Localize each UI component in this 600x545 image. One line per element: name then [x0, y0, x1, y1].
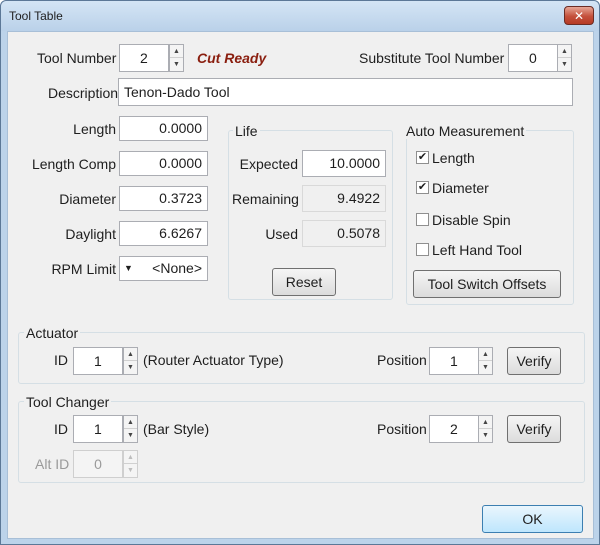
- actuator-id-label: ID: [54, 352, 68, 368]
- daylight-input[interactable]: 6.6267: [119, 221, 208, 246]
- disable-spin-checkbox[interactable]: [416, 213, 429, 226]
- tool-switch-offsets-button[interactable]: Tool Switch Offsets: [413, 270, 561, 298]
- window-title: Tool Table: [9, 9, 63, 23]
- diameter-input[interactable]: 0.3723: [119, 186, 208, 211]
- tool-changer-position-label: Position: [377, 421, 427, 437]
- rpm-limit-dropdown[interactable]: ▼ <None>: [119, 256, 208, 281]
- tool-changer-id-spinner[interactable]: ▲ ▼: [123, 415, 138, 443]
- actuator-position-input[interactable]: 1: [429, 347, 479, 375]
- tool-changer-id-label: ID: [54, 421, 68, 437]
- spin-down-icon[interactable]: ▼: [170, 58, 183, 71]
- close-icon: ✕: [573, 8, 585, 23]
- left-hand-tool-checkbox[interactable]: [416, 243, 429, 256]
- spin-up-icon[interactable]: ▲: [170, 45, 183, 58]
- used-value: 0.5078: [302, 220, 386, 247]
- ok-button[interactable]: OK: [482, 505, 583, 533]
- description-label: Description: [48, 85, 119, 101]
- reset-button[interactable]: Reset: [272, 268, 336, 296]
- spin-up-icon[interactable]: ▲: [479, 416, 492, 429]
- length-comp-input[interactable]: 0.0000: [119, 151, 208, 176]
- alt-id-label: Alt ID: [35, 456, 70, 472]
- spin-up-icon[interactable]: ▲: [479, 348, 492, 361]
- tool-number-input[interactable]: 2: [119, 44, 169, 72]
- remaining-label: Remaining: [232, 191, 299, 207]
- spin-down-icon[interactable]: ▼: [124, 429, 137, 442]
- remaining-value: 9.4922: [302, 185, 386, 212]
- spin-down-icon[interactable]: ▼: [558, 58, 571, 71]
- auto-measurement-title: Auto Measurement: [404, 123, 527, 139]
- tool-changer-position-spinner[interactable]: ▲ ▼: [478, 415, 493, 443]
- actuator-title: Actuator: [24, 325, 81, 341]
- expected-label: Expected: [239, 156, 298, 172]
- expected-input[interactable]: 10.0000: [302, 150, 386, 177]
- life-title: Life: [233, 123, 260, 139]
- diameter-checkbox-label[interactable]: Diameter: [432, 180, 489, 196]
- actuator-id-spinner[interactable]: ▲ ▼: [123, 347, 138, 375]
- tool-number-spinner[interactable]: ▲ ▼: [169, 44, 184, 72]
- spin-up-icon[interactable]: ▲: [558, 45, 571, 58]
- diameter-label: Diameter: [59, 191, 116, 207]
- tool-number-label: Tool Number: [37, 50, 117, 66]
- dropdown-arrow-icon: ▼: [124, 263, 133, 273]
- actuator-position-spinner[interactable]: ▲ ▼: [478, 347, 493, 375]
- tool-changer-position-input[interactable]: 2: [429, 415, 479, 443]
- substitute-tool-spinner[interactable]: ▲ ▼: [557, 44, 572, 72]
- alt-id-input: 0: [73, 450, 123, 478]
- diameter-checkbox[interactable]: ✔: [416, 181, 429, 194]
- spin-up-icon: ▲: [124, 451, 137, 464]
- tool-changer-style-text: (Bar Style): [143, 421, 210, 437]
- tool-changer-verify-button[interactable]: Verify: [507, 415, 561, 443]
- close-button[interactable]: ✕: [564, 6, 594, 25]
- actuator-verify-button[interactable]: Verify: [507, 347, 561, 375]
- spin-down-icon: ▼: [127, 467, 134, 474]
- description-input[interactable]: Tenon-Dado Tool: [118, 78, 573, 106]
- spin-up-icon[interactable]: ▲: [124, 348, 137, 361]
- spin-up-icon[interactable]: ▲: [124, 416, 137, 429]
- check-icon: ✔: [417, 151, 428, 163]
- dialog-body: Tool Number 2 ▲ ▼ Cut Ready Substitute T…: [7, 31, 594, 539]
- actuator-id-input[interactable]: 1: [73, 347, 123, 375]
- length-label: Length: [73, 121, 116, 137]
- length-checkbox[interactable]: ✔: [416, 151, 429, 164]
- actuator-type-text: (Router Actuator Type): [143, 352, 284, 368]
- check-icon: ✔: [417, 181, 428, 193]
- substitute-tool-label: Substitute Tool Number: [359, 50, 505, 66]
- rpm-limit-label: RPM Limit: [51, 261, 116, 277]
- status-label: Cut Ready: [197, 50, 267, 66]
- title-bar[interactable]: Tool Table ✕: [1, 1, 599, 31]
- length-comp-label: Length Comp: [31, 156, 116, 172]
- tool-table-window: Tool Table ✕ Tool Number 2 ▲ ▼ Cut Ready…: [0, 0, 600, 545]
- tool-changer-title: Tool Changer: [24, 394, 112, 410]
- spin-down-icon[interactable]: ▼: [479, 361, 492, 374]
- length-input[interactable]: 0.0000: [119, 116, 208, 141]
- rpm-limit-value: <None>: [152, 260, 202, 276]
- left-hand-tool-label[interactable]: Left Hand Tool: [432, 242, 522, 258]
- disable-spin-label[interactable]: Disable Spin: [432, 212, 511, 228]
- used-label: Used: [265, 226, 298, 242]
- actuator-position-label: Position: [377, 352, 427, 368]
- substitute-tool-input[interactable]: 0: [508, 44, 558, 72]
- spin-down-icon[interactable]: ▼: [479, 429, 492, 442]
- alt-id-spinner: ▲ ▼: [123, 450, 138, 478]
- length-checkbox-label[interactable]: Length: [432, 150, 475, 166]
- daylight-label: Daylight: [65, 226, 116, 242]
- tool-changer-id-input[interactable]: 1: [73, 415, 123, 443]
- spin-down-icon[interactable]: ▼: [124, 361, 137, 374]
